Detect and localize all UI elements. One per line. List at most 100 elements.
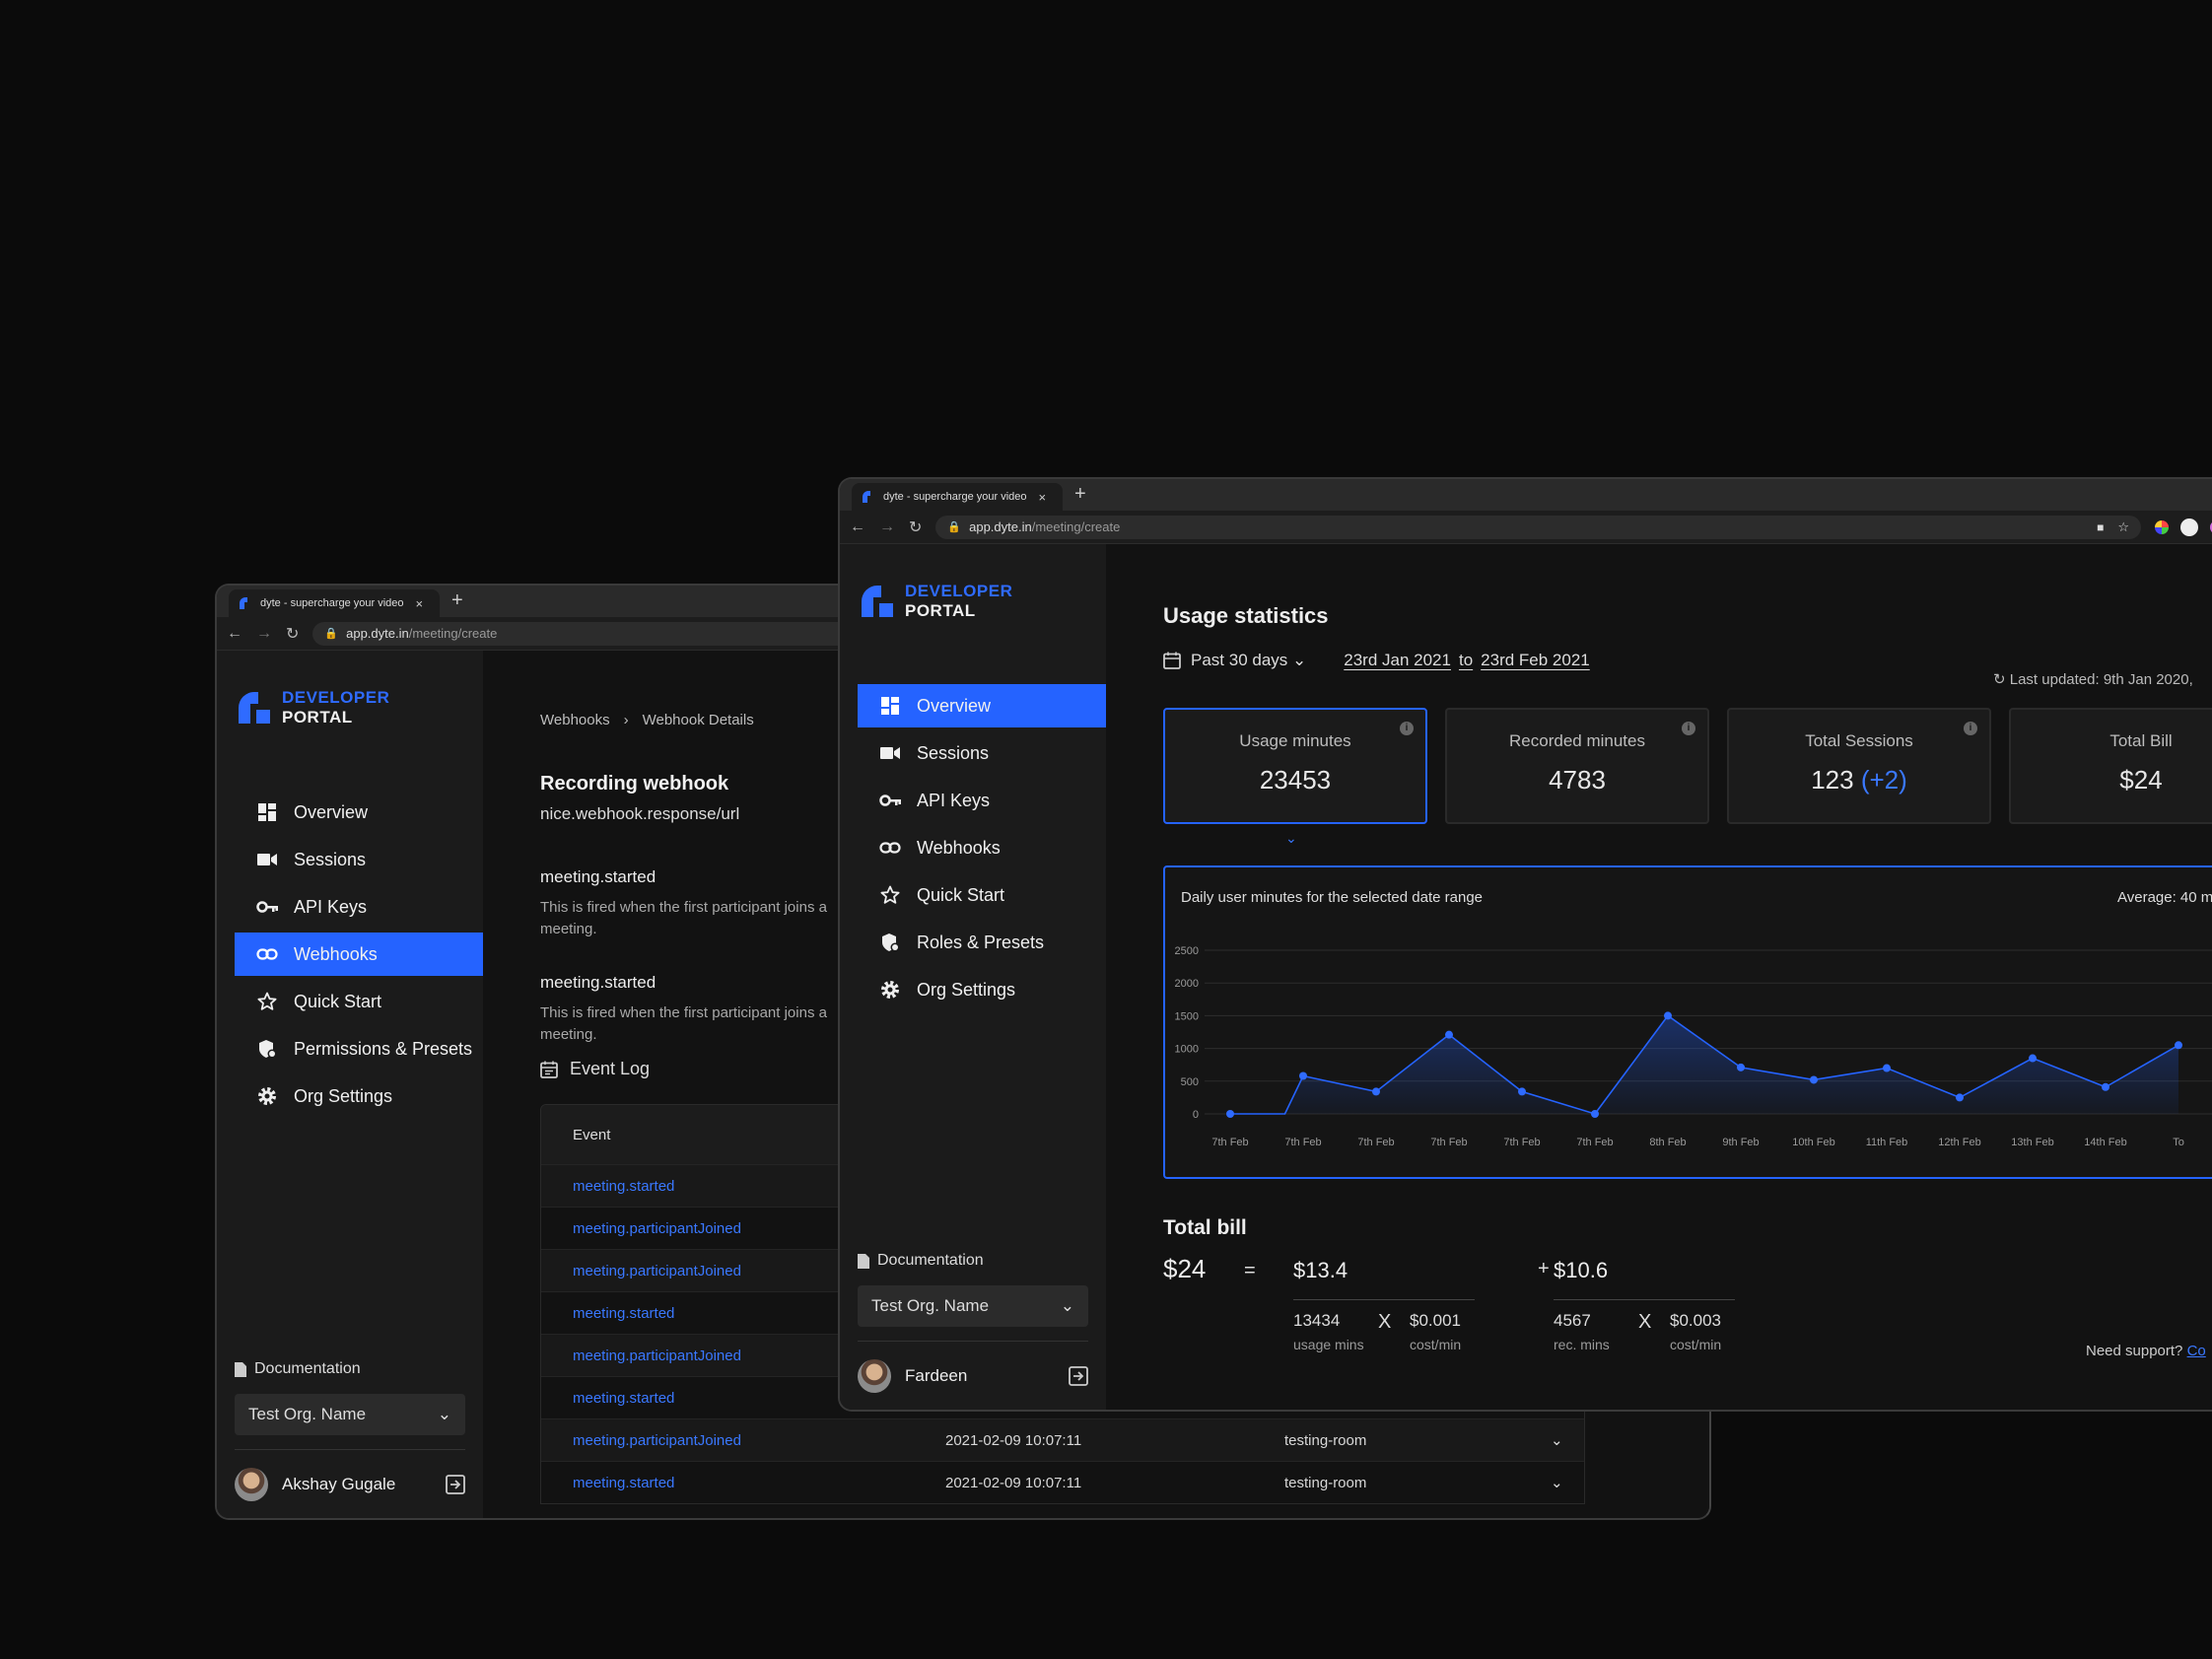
user-name: Akshay Gugale [282,1474,396,1493]
event-link[interactable]: meeting.started [573,1475,945,1491]
refresh-icon[interactable]: ↻ [1993,671,2006,688]
stat-card-total-bill[interactable]: Total Bill $24 [2009,708,2212,824]
org-select[interactable]: Test Org. Name ⌄ [858,1285,1088,1327]
sidebar-item-overview[interactable]: Overview [858,684,1106,727]
sidebar-item-org-settings[interactable]: Org Settings [235,1074,483,1118]
sidebar-item-webhooks[interactable]: Webhooks [858,826,1106,869]
profile-icon[interactable] [2180,518,2198,536]
new-tab-icon[interactable]: + [451,589,463,612]
sidebar-item-webhooks[interactable]: Webhooks [235,933,483,976]
key-icon [256,896,278,918]
video-icon [879,742,901,764]
new-tab-icon[interactable]: + [1074,483,1086,506]
developer-portal-logo[interactable]: DEVELOPER PORTAL [237,688,389,727]
sidebar-item-roles-presets[interactable]: Roles & Presets [858,921,1106,964]
data-point [1664,1011,1672,1020]
sidebar-footer: Documentation Test Org. Name ⌄ Akshay Gu… [235,1360,465,1518]
sidebar-item-label: Org Settings [917,979,1016,1000]
bill-part2-rate-label: cost/min [1670,1337,1722,1352]
info-icon[interactable]: i [1682,722,1695,735]
org-select-value: Test Org. Name [248,1405,367,1423]
total-bill-title: Total bill [1163,1216,1247,1239]
date-range-picker[interactable]: 23rd Jan 2021 to 23rd Feb 2021 [1344,651,1589,670]
reload-icon[interactable]: ↻ [286,624,299,644]
daily-minutes-chart: Daily user minutes for the selected date… [1163,865,2212,1179]
breadcrumb-webhook-details: Webhook Details [642,712,754,728]
sidebar-item-label: Permissions & Presets [294,1038,473,1059]
sidebar-item-api-keys[interactable]: API Keys [235,885,483,929]
breadcrumb-webhooks[interactable]: Webhooks [540,712,610,728]
data-point [1810,1075,1818,1084]
avatar[interactable] [858,1358,891,1393]
documentation-label: Documentation [877,1252,984,1269]
support-text: Need support? [2086,1343,2183,1359]
url-host: app.dyte.in [969,519,1032,534]
color-extension-icon[interactable] [2155,519,2169,534]
y-tick-label: 0 [1193,1109,1199,1121]
sidebar-item-overview[interactable]: Overview [235,791,483,834]
breadcrumb-separator-icon: › [623,712,629,728]
sidebar-item-sessions[interactable]: Sessions [235,838,483,881]
bill-part1-rate: $0.001 [1410,1311,1461,1330]
browser-tab[interactable]: dyte - supercharge your video × [229,589,440,617]
video-icon [256,849,278,870]
reload-icon[interactable]: ↻ [909,518,922,537]
range-preset-dropdown[interactable]: Past 30 days ⌄ [1191,651,1306,670]
sidebar-item-api-keys[interactable]: API Keys [858,779,1106,822]
address-bar[interactable]: 🔒 app.dyte.in/meeting/create ■ ☆ [935,515,2141,539]
data-point [1883,1064,1891,1072]
data-point [2175,1041,2182,1050]
info-icon[interactable]: i [1964,722,1977,735]
sidebar-item-label: Org Settings [294,1085,393,1106]
y-tick-label: 1000 [1175,1044,1199,1056]
camera-icon[interactable]: ■ [2097,520,2104,534]
support-link[interactable]: Co [2187,1343,2206,1359]
dyte-logo-icon [862,586,893,617]
forward-arrow-icon[interactable]: → [879,518,895,536]
documentation-link[interactable]: Documentation [858,1252,1088,1270]
sidebar-item-permissions-presets[interactable]: Permissions & Presets [235,1027,483,1071]
documentation-link[interactable]: Documentation [235,1360,465,1378]
sidebar-nav: Overview Sessions API Keys Webhooks Quic… [235,791,483,1122]
back-arrow-icon[interactable]: ← [850,518,865,536]
link-icon [256,943,278,965]
star-icon [879,884,901,906]
developer-portal-logo[interactable]: DEVELOPER PORTAL [860,582,1012,621]
sidebar-item-quick-start[interactable]: Quick Start [858,873,1106,917]
info-icon[interactable]: i [1400,722,1414,735]
avatar[interactable] [235,1467,268,1501]
stat-card-recorded-minutes[interactable]: i Recorded minutes 4783 [1445,708,1709,824]
stat-card-total-sessions[interactable]: i Total Sessions 123 (+2) [1727,708,1991,824]
stat-card-usage-minutes[interactable]: i Usage minutes 23453 [1163,708,1427,824]
event-item: meeting.started This is fired when the f… [540,867,836,940]
table-row[interactable]: meeting.started2021-02-09 10:07:11 testin… [541,1461,1584,1503]
forward-arrow-icon[interactable]: → [256,625,272,643]
dyte-favicon-icon [240,597,247,609]
bookmark-star-icon[interactable]: ☆ [2117,519,2129,535]
org-select[interactable]: Test Org. Name ⌄ [235,1394,465,1435]
event-link[interactable]: meeting.participantJoined [573,1432,945,1449]
close-tab-icon[interactable]: × [416,596,424,611]
document-icon [858,1253,869,1269]
back-arrow-icon[interactable]: ← [227,625,242,643]
browser-tab[interactable]: dyte - supercharge your video × [852,483,1063,511]
sidebar-item-quick-start[interactable]: Quick Start [235,980,483,1023]
stat-label: Usage minutes [1239,731,1351,750]
logout-icon[interactable] [1069,1365,1088,1386]
close-tab-icon[interactable]: × [1039,490,1047,505]
sidebar-item-sessions[interactable]: Sessions [858,731,1106,775]
bill-divider [1293,1299,1475,1300]
table-row[interactable]: meeting.participantJoined 2021-02-09 10:0… [541,1418,1584,1461]
logout-icon[interactable] [446,1474,465,1494]
stat-value: 123 [1811,765,1854,795]
chevron-down-icon[interactable]: ⌄ [1551,1474,1563,1491]
gear-icon [256,1085,278,1107]
star-icon [256,991,278,1012]
data-point [2102,1082,2109,1091]
chevron-down-icon[interactable]: ⌄ [1551,1431,1563,1449]
sidebar-item-org-settings[interactable]: Org Settings [858,968,1106,1011]
stat-value: 4783 [1549,765,1606,795]
sidebar-item-label: Overview [294,801,369,822]
dashboard-icon [879,695,901,717]
document-icon [235,1361,246,1377]
